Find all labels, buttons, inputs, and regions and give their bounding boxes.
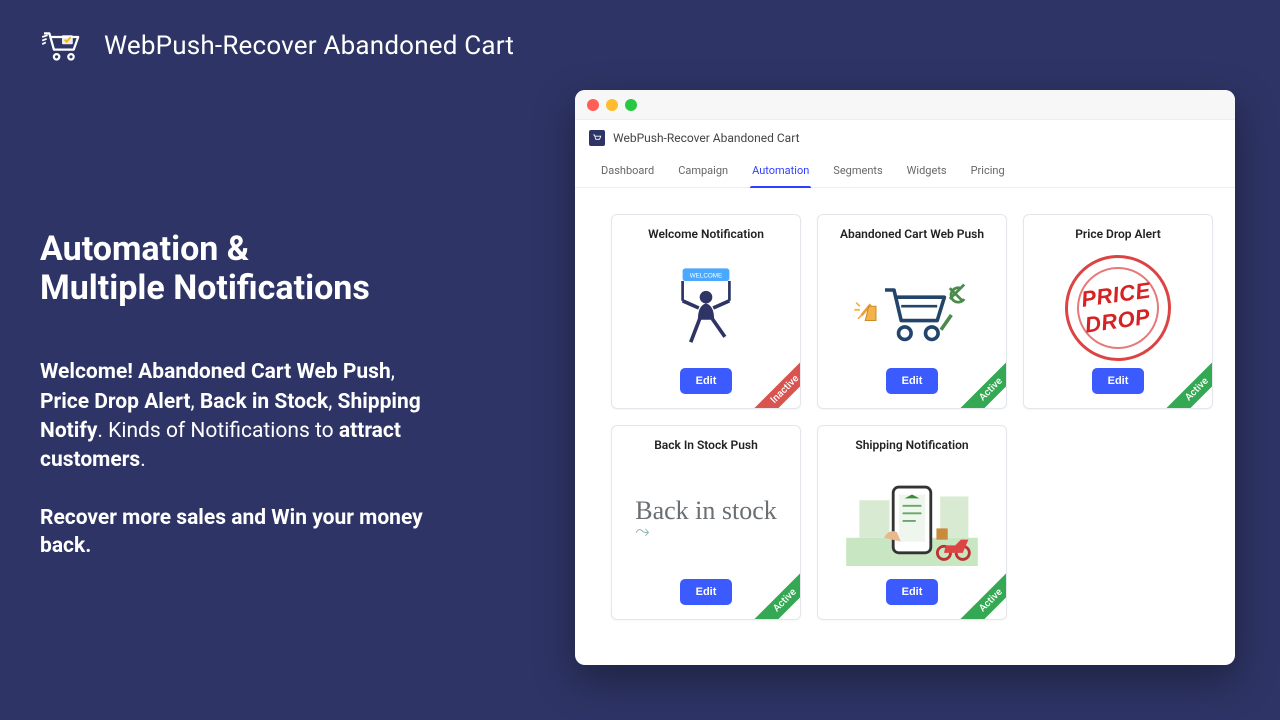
tab-bar: Dashboard Campaign Automation Segments W… bbox=[575, 152, 1235, 188]
window-minimize-icon[interactable] bbox=[606, 99, 618, 111]
illustration-cart-icon bbox=[826, 247, 998, 368]
card-title: Shipping Notification bbox=[855, 438, 968, 452]
edit-button[interactable]: Edit bbox=[680, 579, 733, 605]
illustration-welcome-icon: WELCOME bbox=[620, 247, 792, 368]
edit-button[interactable]: Edit bbox=[680, 368, 733, 394]
card-welcome-notification: Welcome Notification WELCOME Edit Inacti… bbox=[611, 214, 801, 409]
window-zoom-icon[interactable] bbox=[625, 99, 637, 111]
app-title: WebPush-Recover Abandoned Cart bbox=[613, 131, 800, 145]
card-abandoned-cart: Abandoned Cart Web Push bbox=[817, 214, 1007, 409]
tab-dashboard[interactable]: Dashboard bbox=[589, 156, 666, 187]
window-titlebar bbox=[575, 90, 1235, 120]
tab-campaign[interactable]: Campaign bbox=[666, 156, 740, 187]
card-back-in-stock: Back In Stock Push Back in stock⤳ Edit A… bbox=[611, 425, 801, 620]
page-title: WebPush-Recover Abandoned Cart bbox=[104, 31, 514, 61]
edit-button[interactable]: Edit bbox=[886, 368, 939, 394]
card-price-drop: Price Drop Alert PRICEDROP Edit Active bbox=[1023, 214, 1213, 409]
illustration-shipping-icon bbox=[826, 458, 998, 579]
card-title: Abandoned Cart Web Push bbox=[840, 227, 984, 241]
tab-widgets[interactable]: Widgets bbox=[895, 156, 959, 187]
edit-button[interactable]: Edit bbox=[1092, 368, 1145, 394]
edit-button[interactable]: Edit bbox=[886, 579, 939, 605]
marketing-copy: Automation & Multiple Notifications Welc… bbox=[40, 230, 430, 560]
card-title: Price Drop Alert bbox=[1075, 227, 1161, 241]
card-title: Back In Stock Push bbox=[654, 438, 758, 452]
tab-pricing[interactable]: Pricing bbox=[959, 156, 1017, 187]
illustration-back-in-stock-icon: Back in stock⤳ bbox=[620, 458, 792, 579]
app-window: WebPush-Recover Abandoned Cart Dashboard… bbox=[575, 90, 1235, 665]
tab-segments[interactable]: Segments bbox=[821, 156, 894, 187]
card-title: Welcome Notification bbox=[648, 227, 764, 241]
svg-text:WELCOME: WELCOME bbox=[690, 272, 723, 279]
app-title-row: WebPush-Recover Abandoned Cart bbox=[575, 120, 1235, 152]
app-icon bbox=[589, 130, 605, 146]
card-shipping-notification: Shipping Notification bbox=[817, 425, 1007, 620]
page-header: WebPush-Recover Abandoned Cart bbox=[40, 28, 514, 64]
marketing-tagline: Recover more sales and Win your money ba… bbox=[40, 504, 430, 561]
cart-logo-icon bbox=[40, 28, 84, 64]
tab-automation[interactable]: Automation bbox=[740, 156, 821, 187]
window-close-icon[interactable] bbox=[587, 99, 599, 111]
marketing-paragraph: Welcome! Abandoned Cart Web Push, Price … bbox=[40, 358, 430, 476]
marketing-heading: Automation & Multiple Notifications bbox=[40, 230, 430, 308]
illustration-price-drop-icon: PRICEDROP bbox=[1032, 247, 1204, 368]
automation-cards-grid: Welcome Notification WELCOME Edit Inacti… bbox=[575, 188, 1235, 646]
